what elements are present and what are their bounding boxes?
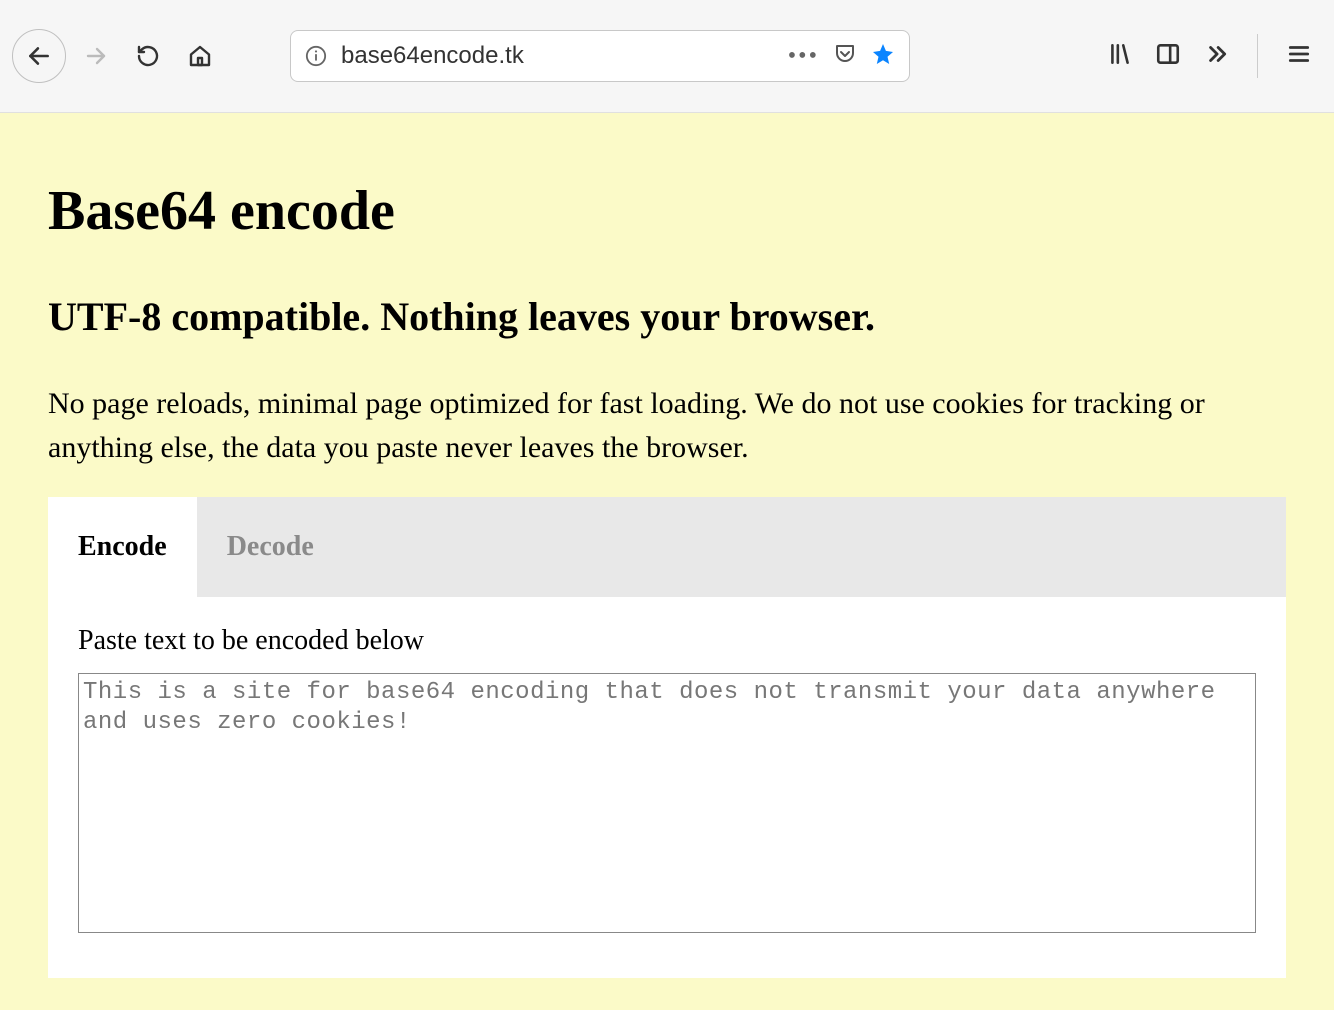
page-actions-icon[interactable]: ••• <box>788 44 819 68</box>
menu-icon[interactable] <box>1286 41 1312 72</box>
forward-button[interactable] <box>74 34 118 78</box>
page-title: Base64 encode <box>48 179 1286 243</box>
encoder-panel: Encode Decode Paste text to be encoded b… <box>48 497 1286 978</box>
site-info-icon[interactable] <box>305 45 327 67</box>
url-bar[interactable]: base64encode.tk ••• <box>290 30 910 82</box>
overflow-icon[interactable] <box>1203 41 1229 72</box>
reload-icon <box>136 44 160 68</box>
reload-button[interactable] <box>126 34 170 78</box>
page-description: No page reloads, minimal page optimized … <box>48 382 1286 469</box>
page-content: Base64 encode UTF-8 compatible. Nothing … <box>0 113 1334 1010</box>
separator <box>1257 34 1258 78</box>
back-button[interactable] <box>12 29 66 83</box>
browser-toolbar: base64encode.tk ••• <box>0 0 1334 113</box>
home-button[interactable] <box>178 34 222 78</box>
panel-body: Paste text to be encoded below <box>48 597 1286 978</box>
bookmark-star-icon[interactable] <box>871 42 895 71</box>
input-label: Paste text to be encoded below <box>78 625 1256 657</box>
toolbar-right <box>1107 34 1322 78</box>
tab-encode[interactable]: Encode <box>48 497 197 597</box>
arrow-right-icon <box>84 44 108 68</box>
library-icon[interactable] <box>1107 41 1133 72</box>
pocket-icon[interactable] <box>833 42 857 71</box>
encode-input[interactable] <box>78 673 1256 933</box>
tabs: Encode Decode <box>48 497 1286 597</box>
sidebar-icon[interactable] <box>1155 41 1181 72</box>
home-icon <box>188 44 212 68</box>
tab-decode[interactable]: Decode <box>197 497 344 597</box>
arrow-left-icon <box>26 43 52 69</box>
url-text[interactable]: base64encode.tk <box>341 42 774 70</box>
page-subtitle: UTF-8 compatible. Nothing leaves your br… <box>48 293 1286 340</box>
